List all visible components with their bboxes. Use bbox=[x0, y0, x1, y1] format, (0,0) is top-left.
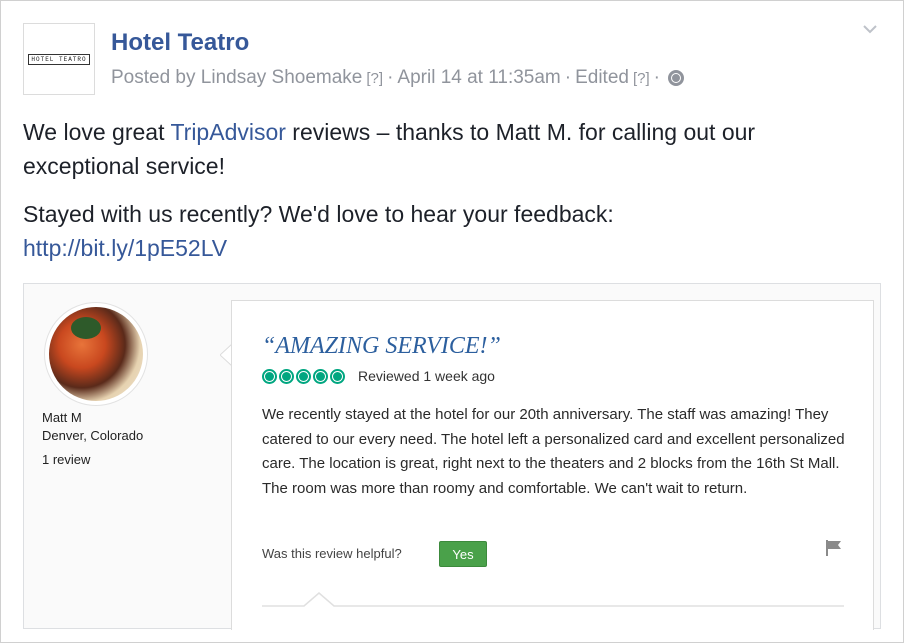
post-text: We love great TripAdvisor reviews – than… bbox=[23, 115, 873, 183]
rating-bubble-icon bbox=[296, 369, 311, 384]
review-title[interactable]: “AMAZING SERVICE!” bbox=[262, 333, 501, 360]
post-timestamp[interactable]: April 14 at 11:35am bbox=[397, 67, 560, 89]
rating-bubble-icon bbox=[279, 369, 294, 384]
post-text-feedback: Stayed with us recently? We'd love to he… bbox=[23, 197, 873, 265]
meta-separator: · bbox=[564, 67, 572, 88]
divider bbox=[262, 592, 844, 607]
post-meta: Posted by Lindsay Shoemake [?] · April 1… bbox=[111, 67, 684, 89]
page-name-link[interactable]: Hotel Teatro bbox=[111, 29, 249, 57]
review-card: “AMAZING SERVICE!” Reviewed 1 week ago W… bbox=[231, 300, 874, 630]
logo-wordmark: HOTEL TEATRO bbox=[28, 53, 90, 65]
page-logo[interactable]: HOTEL TEATRO bbox=[23, 23, 95, 95]
page: HOTEL TEATRO Hotel Teatro Posted by Lind… bbox=[0, 0, 904, 643]
rating-bubble-icon bbox=[262, 369, 277, 384]
review-attachment[interactable]: Matt M Denver, Colorado 1 review “AMAZIN… bbox=[23, 283, 881, 630]
rating-bubbles bbox=[262, 369, 345, 384]
rating-bubble-icon bbox=[330, 369, 345, 384]
review-body: We recently stayed at the hotel for our … bbox=[262, 406, 845, 497]
reviewer-review-count: 1 review bbox=[42, 452, 91, 467]
help-link[interactable]: [?] bbox=[366, 70, 383, 87]
feedback-text: Stayed with us recently? We'd love to he… bbox=[23, 201, 614, 227]
edited-link[interactable]: Edited bbox=[575, 67, 629, 89]
flag-icon[interactable] bbox=[824, 539, 844, 557]
globe-icon[interactable] bbox=[667, 70, 684, 86]
tripadvisor-link[interactable]: TripAdvisor bbox=[170, 119, 285, 145]
help-link[interactable]: [?] bbox=[633, 70, 650, 87]
meta-separator: · bbox=[387, 67, 394, 88]
facebook-post: HOTEL TEATRO Hotel Teatro Posted by Lind… bbox=[1, 1, 901, 640]
reviewed-date: Reviewed 1 week ago bbox=[358, 368, 495, 384]
helpful-yes-button[interactable]: Yes bbox=[439, 541, 487, 567]
feedback-url-link[interactable]: http://bit.ly/1pE52LV bbox=[23, 231, 873, 265]
chevron-down-icon[interactable] bbox=[862, 21, 878, 37]
post-text-part: We love great bbox=[23, 119, 171, 145]
helpful-question: Was this review helpful? bbox=[262, 546, 402, 561]
posted-by[interactable]: Posted by Lindsay Shoemake bbox=[111, 67, 362, 89]
rating-bubble-icon bbox=[313, 369, 328, 384]
reviewer-location: Denver, Colorado bbox=[42, 428, 144, 443]
avatar-photo bbox=[49, 307, 143, 401]
meta-separator: · bbox=[653, 67, 660, 88]
reviewer-avatar[interactable] bbox=[44, 302, 148, 406]
reviewer-name[interactable]: Matt M bbox=[42, 410, 82, 425]
